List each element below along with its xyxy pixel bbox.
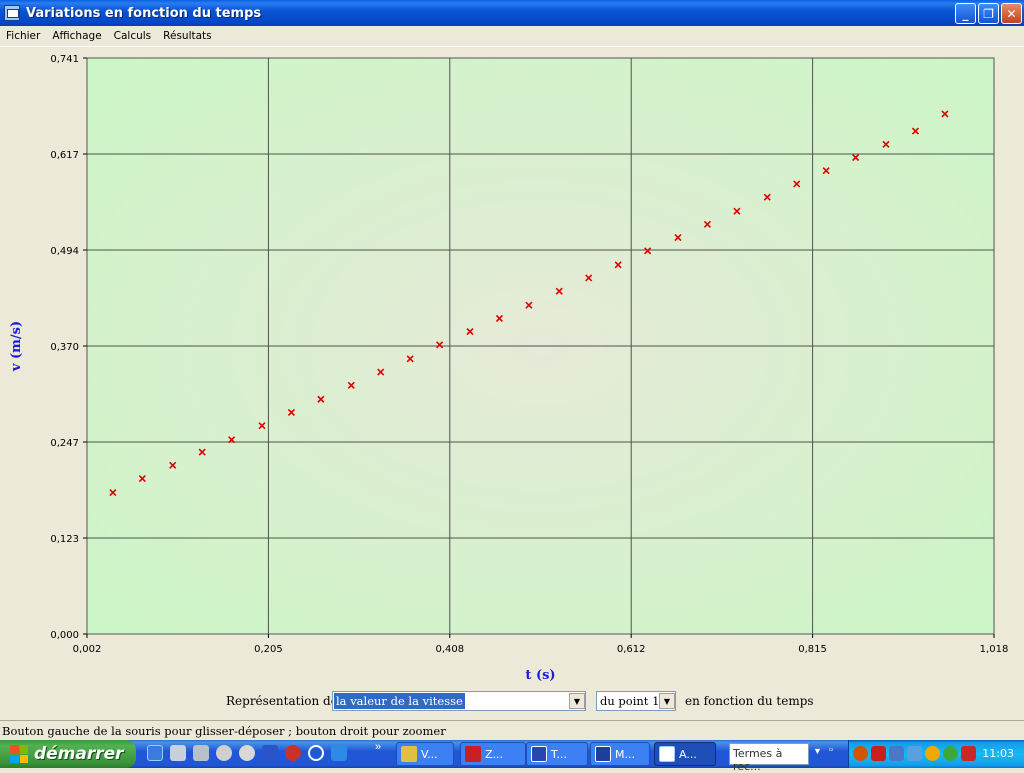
quicklaunch-ie-icon[interactable]: [147, 745, 163, 761]
representation-label: Représentation de: [226, 694, 338, 708]
quicklaunch-cd-icon[interactable]: [216, 745, 232, 761]
quicklaunch-network-icon[interactable]: [170, 745, 186, 761]
chevron-down-icon[interactable]: ▼: [659, 693, 675, 709]
x-tick-label: 0,408: [435, 644, 464, 655]
y-tick-label: 0,123: [50, 534, 79, 545]
chevron-more-icon[interactable]: »: [375, 741, 381, 753]
window-icon: [659, 746, 675, 762]
app-m-icon: [595, 746, 611, 762]
taskbar-task-5-active[interactable]: A...: [654, 742, 716, 766]
menu-resultats[interactable]: Résultats: [157, 30, 217, 42]
time-suffix-label: en fonction du temps: [685, 694, 814, 708]
minimize-button[interactable]: _: [955, 3, 976, 24]
y-tick-label: 0,370: [50, 342, 79, 353]
taskbar-task-1[interactable]: V...: [396, 742, 454, 766]
y-tick-label: 0,247: [50, 438, 79, 449]
chevron-down-icon[interactable]: ▼: [569, 693, 585, 709]
windows-logo-icon: [10, 745, 28, 763]
chart-area[interactable]: 0,002 0,205 0,408 0,612 0,815 1,018 0,000 0,123…: [0, 46, 1024, 684]
quantity-select[interactable]: la valeur de la vitesse ▼: [332, 691, 586, 711]
folder-icon: [401, 746, 417, 762]
restore-icon[interactable]: ▫: [829, 744, 833, 756]
window-title: Variations en fonction du temps: [26, 5, 262, 21]
menu-fichier[interactable]: Fichier: [0, 30, 46, 42]
title-bar: Variations en fonction du temps _ ❐ ✕: [0, 0, 1024, 26]
clock: 11:03: [982, 747, 1014, 760]
y-tick-label: 0,617: [50, 150, 79, 161]
word-icon: [531, 746, 547, 762]
restore-button[interactable]: ❐: [978, 3, 999, 24]
system-tray: 11:03: [848, 740, 1024, 768]
start-button[interactable]: démarrer: [0, 740, 136, 768]
representation-controls: Représentation de la valeur de la vitess…: [0, 688, 1024, 716]
tray-za-icon[interactable]: [871, 746, 886, 761]
x-tick-label: 0,612: [617, 644, 646, 655]
tray-display-icon[interactable]: [907, 746, 922, 761]
quicklaunch-drive-icon[interactable]: [193, 745, 209, 761]
menu-affichage[interactable]: Affichage: [46, 30, 107, 42]
y-tick-label: 0,000: [50, 630, 79, 641]
taskbar-task-4[interactable]: M...: [590, 742, 650, 766]
status-text: Bouton gauche de la souris pour glisser-…: [2, 724, 446, 738]
quicklaunch-disc-icon[interactable]: [239, 745, 255, 761]
y-tick-label: 0,741: [50, 54, 79, 65]
x-tick-label: 0,205: [254, 644, 283, 655]
search-input[interactable]: Termes à rec...: [729, 743, 809, 773]
x-tick-label: 0,815: [798, 644, 827, 655]
taskbar-task-3[interactable]: T...: [526, 742, 588, 766]
point-select[interactable]: du point 1 ▼: [596, 691, 676, 711]
tray-green-icon[interactable]: [943, 746, 958, 761]
y-axis-label: v (m/s): [9, 321, 24, 372]
close-button[interactable]: ✕: [1001, 3, 1022, 24]
app-icon: [4, 5, 20, 21]
y-tick-label: 0,494: [50, 246, 79, 257]
tray-network-icon[interactable]: [889, 746, 904, 761]
tray-shield-icon[interactable]: [925, 746, 940, 761]
point-select-value: du point 1: [600, 694, 660, 708]
app-za-icon: [465, 746, 481, 762]
menu-bar: Fichier Affichage Calculs Résultats: [0, 26, 1024, 46]
status-bar: Bouton gauche de la souris pour glisser-…: [0, 720, 1024, 740]
x-axis-label: t (s): [525, 668, 555, 683]
menu-calculs[interactable]: Calculs: [108, 30, 158, 42]
quicklaunch-player-icon[interactable]: [308, 745, 324, 761]
x-tick-label: 0,002: [73, 644, 102, 655]
quicklaunch-media-icon[interactable]: [285, 745, 301, 761]
taskbar-task-2[interactable]: Z...: [460, 742, 526, 766]
tray-red-icon[interactable]: [961, 746, 976, 761]
quicklaunch-browser-icon[interactable]: [331, 745, 347, 761]
tray-arrow-icon[interactable]: [853, 746, 868, 761]
chevron-down-icon[interactable]: ▼: [813, 746, 822, 756]
x-tick-label: 1,018: [980, 644, 1009, 655]
start-label: démarrer: [34, 744, 124, 764]
velocity-chart[interactable]: 0,002 0,205 0,408 0,612 0,815 1,018 0,000 0,123…: [0, 47, 1024, 685]
quicklaunch-tool-icon[interactable]: [262, 745, 278, 761]
quantity-select-value: la valeur de la vitesse: [334, 693, 465, 709]
taskbar: démarrer » V... Z... T... M... A... Term…: [0, 740, 1024, 773]
